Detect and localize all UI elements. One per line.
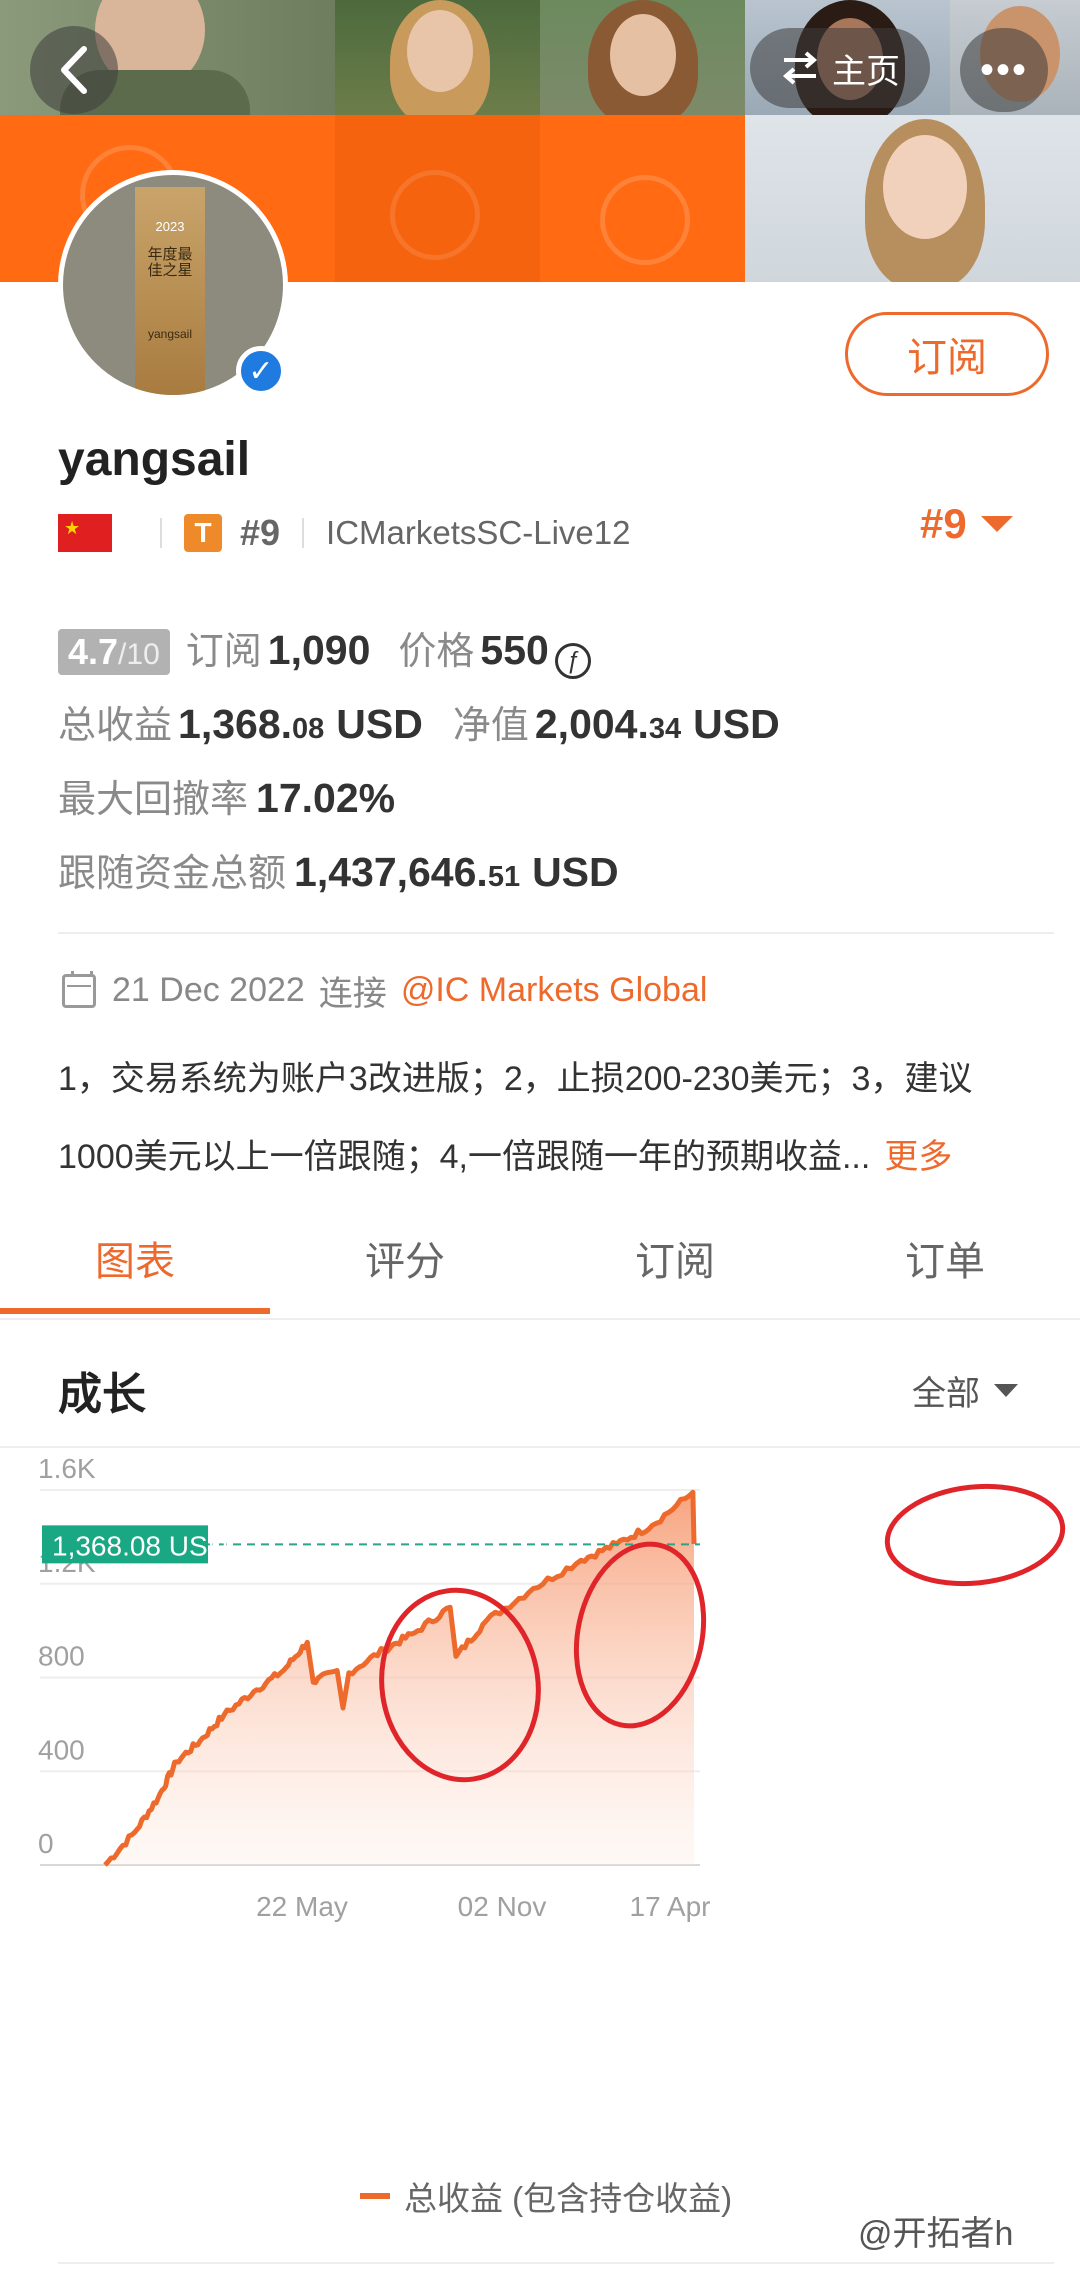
more-icon: •••: [979, 47, 1028, 92]
equity-value: 2,004.34: [534, 701, 682, 747]
price-label: 价格: [398, 631, 475, 673]
follow-funds-value: 1,437,646.51: [294, 849, 521, 895]
profile-meta-row: ★ T #9 ICMarketsSC-Live12: [58, 508, 630, 558]
caret-down-icon: [980, 516, 1013, 532]
divider: [160, 518, 162, 548]
rank-small: #9: [240, 512, 281, 553]
y-axis-ticks: 1.6K1.2K8004000: [38, 1453, 96, 1859]
subscribers-label: 订阅: [185, 631, 262, 673]
caret-down-icon: [994, 1384, 1018, 1397]
connection-date: 21 Dec 2022: [112, 971, 305, 1009]
calendar-icon: [62, 970, 96, 1008]
y-tick-label: 0: [38, 1828, 54, 1859]
x-tick-label: 17 Apr: [630, 1891, 711, 1922]
total-profit-label: 总收益: [58, 705, 173, 747]
y-tick-label: 1.6K: [38, 1453, 96, 1484]
equity-label: 净值: [452, 705, 529, 747]
divider: [58, 2262, 1054, 2264]
tier-badge: T: [184, 514, 222, 552]
y-tick-label: 800: [38, 1641, 85, 1672]
tab-rating[interactable]: 评分: [270, 1220, 540, 1320]
follow-funds-label: 跟随资金总额: [58, 853, 287, 895]
equity-unit: USD: [693, 701, 780, 747]
home-button[interactable]: 主页: [750, 28, 930, 108]
swap-icon: [782, 51, 818, 85]
total-profit-value: 1,368.08: [178, 701, 325, 747]
legend-label: 总收益 (包含持仓收益): [404, 2180, 733, 2217]
divider: [302, 518, 305, 548]
x-axis-ticks: 22 May 02 Nov 17 Apr: [256, 1891, 710, 1922]
divider: [58, 932, 1054, 934]
more-options-button[interactable]: •••: [960, 28, 1048, 112]
stats-row-2: 总收益 1,368.08 USD 净值 2,004.34 USD: [58, 694, 780, 749]
rating-max: /10: [118, 638, 160, 671]
coin-icon: ƒ: [554, 643, 591, 679]
filter-label: 全部: [912, 1375, 980, 1413]
subscribe-button[interactable]: 订阅: [845, 312, 1049, 396]
server-name: ICMarketsSC-Live12: [326, 514, 631, 551]
growth-chart: 1.6K1.2K8004000 22 May02 Nov17 Apr 1,368…: [38, 1453, 1066, 1922]
price-value: 550: [480, 627, 549, 673]
section-title: 成长: [58, 1370, 146, 1419]
award-plaque-image: 2023 年度最佳之星 yangsail: [135, 187, 205, 395]
legend-swatch: [360, 2193, 390, 2199]
tab-orders[interactable]: 订单: [810, 1220, 1080, 1320]
stats-row-1: 4.7/10 订阅 1,090 价格 550 ƒ: [58, 620, 591, 679]
total-profit-unit: USD: [336, 701, 423, 747]
divider: [0, 1318, 1080, 1320]
watermark: @开拓者h: [858, 2215, 1014, 2253]
range-filter-dropdown[interactable]: 全部: [912, 1366, 1018, 1415]
rank-dropdown[interactable]: #9: [920, 500, 1013, 548]
back-button[interactable]: [30, 26, 118, 114]
strategy-description: 1，交易系统为账户3改进版；2，止损200-230美元；3，建议1000美元以上…: [58, 1040, 1048, 1196]
annotation-circle: [884, 1483, 1066, 1587]
current-value-label: 1,368.08 USD: [52, 1530, 228, 1561]
connection-row: 21 Dec 2022 连接 @IC Markets Global: [62, 966, 707, 1015]
follow-funds-unit: USD: [532, 849, 619, 895]
description-text: 1，交易系统为账户3改进版；2，止损200-230美元；3，建议1000美元以上…: [58, 1060, 973, 1176]
china-flag-icon: ★: [58, 514, 112, 552]
rating-value: 4.7: [68, 631, 119, 672]
verified-icon: ✓: [236, 346, 286, 396]
tab-bar: 图表 评分 订阅 订单: [0, 1220, 1080, 1320]
subscribers-value: 1,090: [267, 627, 371, 673]
x-tick-label: 22 May: [256, 1891, 348, 1922]
rank-value: #9: [920, 500, 967, 547]
connection-verb: 连接: [318, 975, 387, 1013]
chart-legend: 总收益 (包含持仓收益): [360, 2172, 732, 2220]
home-label: 主页: [832, 52, 900, 91]
y-tick-label: 400: [38, 1734, 85, 1765]
x-tick-label: 02 Nov: [458, 1891, 547, 1922]
rating-badge: 4.7/10: [58, 629, 170, 675]
stats-row-3: 最大回撤率 17.02%: [58, 768, 395, 823]
broker-link[interactable]: @IC Markets Global: [401, 971, 708, 1010]
stats-row-4: 跟随资金总额 1,437,646.51 USD: [58, 842, 619, 897]
tab-chart[interactable]: 图表: [0, 1220, 270, 1320]
banner-photo-woman-2: [540, 0, 745, 115]
banner-photo-woman-4: [745, 115, 1080, 282]
username: yangsail: [58, 433, 251, 486]
divider: [0, 1446, 1080, 1448]
banner-photo-woman-1: [335, 0, 540, 115]
more-link[interactable]: 更多: [884, 1138, 952, 1176]
drawdown-label: 最大回撤率: [58, 779, 249, 821]
drawdown-value: 17.02%: [256, 775, 396, 821]
chevron-left-icon: [61, 46, 87, 94]
tab-subscriptions[interactable]: 订阅: [540, 1220, 810, 1320]
